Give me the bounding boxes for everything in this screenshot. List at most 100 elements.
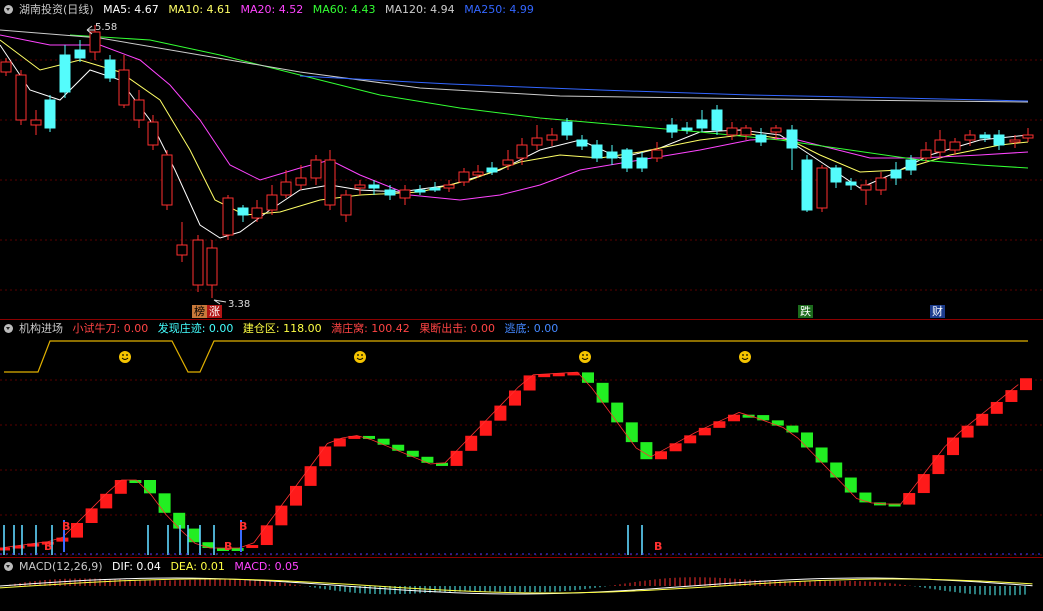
smiley-icon [354,351,366,363]
smiley-icon [579,351,591,363]
candle-body [845,181,857,186]
smiley-eye [742,354,744,356]
high-price-label: 5.58 [95,22,117,33]
candle-body [472,171,484,176]
candle-body [192,239,204,286]
wave-block [728,414,740,422]
price-chart[interactable]: 5.58 3.38 [0,0,1043,320]
candle-body [666,124,678,133]
wave-block [625,422,638,443]
tag-bang: 榜 [192,305,207,318]
candle-body [949,141,961,151]
wave-block [319,446,332,467]
candle-body [324,159,336,206]
wave-block [801,432,813,448]
buy-marker: B [62,520,70,533]
tag-cai: 财 [930,305,945,318]
wave-block [976,413,989,426]
candle-body [920,149,932,159]
wave-block [304,466,317,486]
wave-block [114,480,127,494]
candle-body [606,151,618,159]
candle-body [621,149,633,169]
candle-body [964,134,976,141]
candle-body [875,177,887,191]
candle-body [516,144,528,159]
candle-body [310,159,322,179]
candle-body [502,159,514,166]
wave-block [684,435,697,444]
wave-block [260,525,273,546]
tag-zhang: 涨 [207,305,222,318]
wave-block [290,485,302,506]
wave-block [596,382,609,403]
wave-block [655,451,667,460]
tag-die: 跌 [798,305,813,318]
candle-body [295,177,307,186]
wave-block [392,444,405,451]
smiley-eye [361,354,363,356]
wave-block [771,420,784,426]
candle-body [486,167,498,173]
wave-block [1020,378,1032,391]
candle-body [0,61,12,73]
wave-block [71,523,83,538]
wave-block [932,455,945,475]
candle-body [740,127,752,136]
wave-block [947,437,959,456]
candle-body [531,137,543,146]
wave-block [333,438,346,447]
candle-body [44,99,56,129]
smiley-eye [126,354,128,356]
wave-block [990,401,1003,414]
candle-body [576,139,588,147]
wave-block [757,415,770,421]
wave-block [815,447,828,463]
candle-body [726,127,738,136]
candle-body [993,134,1005,146]
buy-marker: B [239,520,247,533]
candle-body [801,159,813,211]
wave-block [509,390,521,406]
candle-body [399,189,411,199]
wave-block [713,421,726,428]
ma20-line [0,34,1029,201]
candle-body [340,194,352,216]
candle-body [830,167,842,183]
smiley-icon [739,351,751,363]
candle-body [905,159,917,171]
candle-body [696,119,708,129]
smiley-eye [746,354,748,356]
candle-body [133,99,145,121]
candle-body [429,187,441,191]
candle-body [384,189,396,196]
candle-body [770,127,782,133]
smiley-eye [357,354,359,356]
wave-block [961,425,974,438]
zone-line [4,340,1028,373]
wave-block [246,545,259,549]
smiley-eye [586,354,588,356]
candle-body [89,31,101,53]
wave-block [698,427,711,436]
candle-body [860,184,872,191]
candle-body [443,184,455,189]
candle-body [681,127,693,131]
candle-body [176,244,188,256]
wave-block [465,435,478,451]
candle-body [786,129,798,149]
wave-block [144,480,156,494]
macd-chart[interactable] [0,558,1043,611]
candle-body [266,194,278,211]
indicator-chart[interactable]: BBBBB [0,320,1043,558]
buy-marker: B [224,540,232,553]
candle-body [1022,134,1034,139]
candle-body [636,157,648,169]
candle-body [206,247,218,286]
wave-block [830,462,843,478]
wave-block [611,402,624,423]
candle-body [591,144,603,159]
smiley-eye [122,354,124,356]
low-price-label: 3.38 [228,299,250,310]
candle-body [354,184,366,189]
